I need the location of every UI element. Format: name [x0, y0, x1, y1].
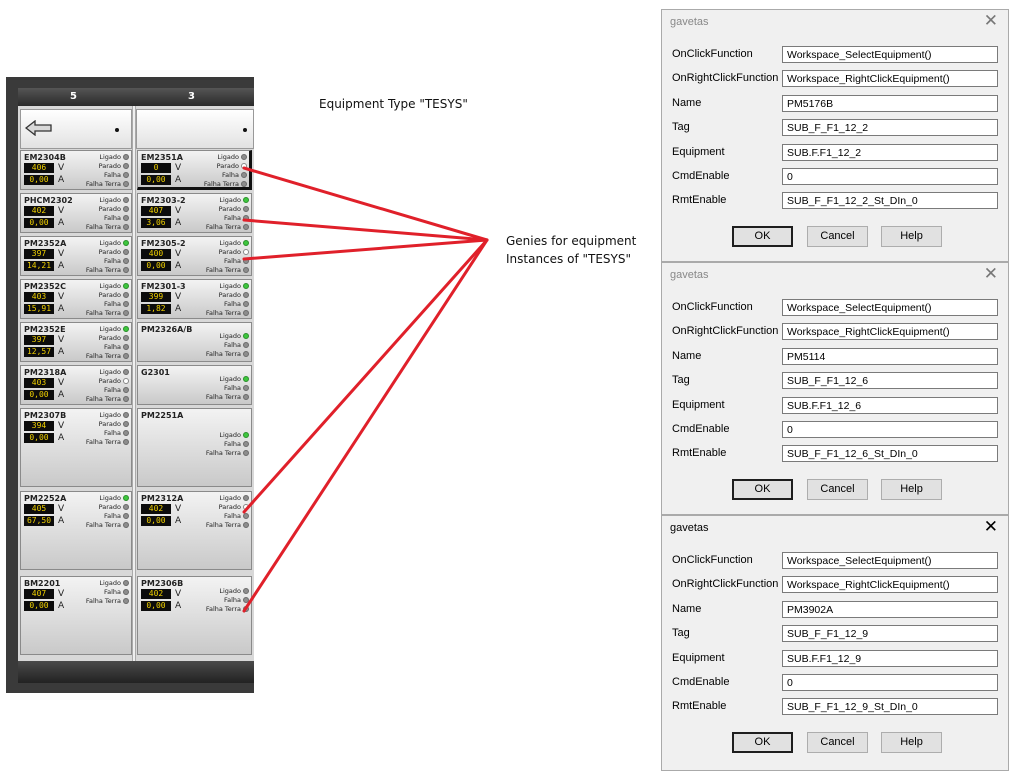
- name-field[interactable]: PM3902A: [782, 600, 998, 618]
- ok-button[interactable]: OK: [732, 226, 793, 247]
- help-button[interactable]: Help: [881, 732, 942, 753]
- name-label: Name: [672, 349, 702, 362]
- ok-button[interactable]: OK: [732, 479, 793, 500]
- rmtenable-field[interactable]: SUB_F_F1_12_2_St_DIn_0: [782, 192, 998, 210]
- cancel-button[interactable]: Cancel: [807, 226, 868, 247]
- tag-field[interactable]: SUB_F_F1_12_6: [782, 372, 998, 390]
- cmdenable-field[interactable]: 0: [782, 674, 998, 691]
- tag-label: Tag: [672, 374, 690, 387]
- genies-label-line1: Genies for equipment: [506, 234, 637, 248]
- onclickfunction-label: OnClickFunction: [672, 48, 753, 60]
- rmtenable-field[interactable]: SUB_F_F1_12_9_St_DIn_0: [782, 698, 998, 716]
- onrightclickfunction-label: OnRightClickFunction: [672, 578, 779, 591]
- onrightclickfunction-label: OnRightClickFunction: [672, 72, 779, 85]
- cmdenable-field[interactable]: 0: [782, 168, 998, 185]
- name-field[interactable]: PM5114: [782, 347, 998, 365]
- onclickfunction-field[interactable]: Workspace_SelectEquipment(): [782, 46, 998, 63]
- equipment-label: Equipment: [672, 145, 725, 158]
- equipment-field[interactable]: SUB.F.F1_12_2: [782, 143, 998, 161]
- rmtenable-label: RmtEnable: [672, 447, 727, 460]
- rmtenable-field[interactable]: SUB_F_F1_12_6_St_DIn_0: [782, 445, 998, 463]
- name-label: Name: [672, 96, 702, 109]
- cancel-button[interactable]: Cancel: [807, 479, 868, 500]
- onrightclickfunction-label: OnRightClickFunction: [672, 325, 779, 338]
- tag-field[interactable]: SUB_F_F1_12_9: [782, 625, 998, 643]
- rmtenable-label: RmtEnable: [672, 194, 727, 207]
- cmdenable-label: CmdEnable: [672, 423, 730, 435]
- close-icon[interactable]: ✕: [984, 517, 998, 537]
- equipment-label: Equipment: [672, 398, 725, 411]
- ok-button[interactable]: OK: [732, 732, 793, 753]
- tag-label: Tag: [672, 121, 690, 134]
- arrow-line: [242, 238, 489, 261]
- help-button[interactable]: Help: [881, 226, 942, 247]
- genies-label-line2: Instances of "TESYS": [506, 252, 632, 266]
- properties-dialog: gavetas ✕ OnClickFunction Workspace_SelectE…: [661, 515, 1009, 771]
- arrow-line: [242, 238, 489, 613]
- onrightclickfunction-field[interactable]: Workspace_RightClickEquipment(): [782, 576, 998, 594]
- onclickfunction-label: OnClickFunction: [672, 554, 753, 566]
- help-button[interactable]: Help: [881, 479, 942, 500]
- dialog-title: gavetas: [670, 269, 709, 281]
- properties-dialog: gavetas ✕ OnClickFunction Workspace_SelectE…: [661, 262, 1009, 515]
- onrightclickfunction-field[interactable]: Workspace_RightClickEquipment(): [782, 323, 998, 341]
- equipment-type-label: Equipment Type "TESYS": [319, 97, 468, 111]
- tag-field[interactable]: SUB_F_F1_12_2: [782, 119, 998, 137]
- tag-label: Tag: [672, 627, 690, 640]
- onrightclickfunction-field[interactable]: Workspace_RightClickEquipment(): [782, 70, 998, 88]
- equipment-field[interactable]: SUB.F.F1_12_6: [782, 396, 998, 414]
- dialog-title: gavetas: [670, 522, 709, 534]
- rmtenable-label: RmtEnable: [672, 700, 727, 713]
- name-field[interactable]: PM5176B: [782, 94, 998, 112]
- cmdenable-label: CmdEnable: [672, 170, 730, 182]
- onclickfunction-field[interactable]: Workspace_SelectEquipment(): [782, 299, 998, 316]
- equipment-label: Equipment: [672, 651, 725, 664]
- name-label: Name: [672, 602, 702, 615]
- properties-dialog: gavetas ✕ OnClickFunction Workspace_SelectE…: [661, 9, 1009, 262]
- arrow-line: [242, 238, 489, 514]
- cmdenable-label: CmdEnable: [672, 676, 730, 688]
- close-icon[interactable]: ✕: [984, 264, 998, 284]
- cmdenable-field[interactable]: 0: [782, 421, 998, 438]
- equipment-field[interactable]: SUB.F.F1_12_9: [782, 649, 998, 667]
- onclickfunction-label: OnClickFunction: [672, 301, 753, 313]
- dialog-title: gavetas: [670, 16, 709, 28]
- cancel-button[interactable]: Cancel: [807, 732, 868, 753]
- close-icon[interactable]: ✕: [984, 11, 998, 31]
- onclickfunction-field[interactable]: Workspace_SelectEquipment(): [782, 552, 998, 569]
